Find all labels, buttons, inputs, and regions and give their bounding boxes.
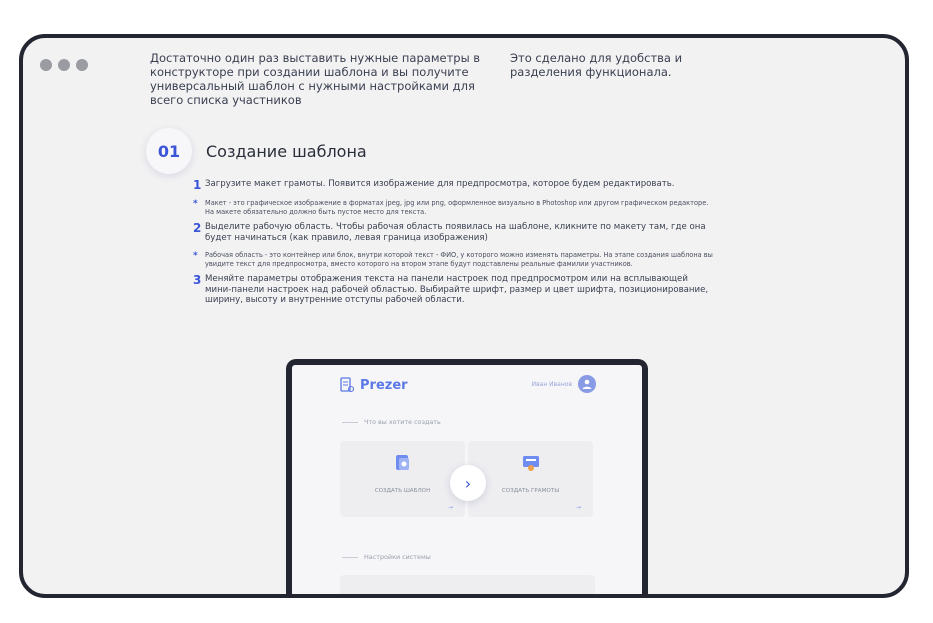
minimize-window-button[interactable]	[58, 59, 70, 71]
section-label-create: Что вы хотите создать	[342, 418, 441, 426]
step-marker: 2	[193, 221, 202, 235]
card-label: СОЗДАТЬ ШАБЛОН	[374, 488, 431, 494]
arrow-right-icon: →	[447, 504, 453, 511]
certificate-icon	[522, 456, 539, 471]
instruction-step: 1 Загрузите макет грамоты. Появится изоб…	[193, 179, 713, 191]
app-window: Достаточно один раз выставить нужные пар…	[19, 34, 909, 598]
section-title: Создание шаблона	[206, 142, 367, 161]
instruction-note: * Макет - это графическое изображение в …	[193, 199, 713, 216]
section-label-settings: Настройки системы	[342, 553, 431, 561]
user-icon	[582, 379, 592, 389]
app-logo-text: Prezer	[360, 377, 408, 393]
chevron-right-icon: ›	[464, 473, 472, 493]
step-marker: 3	[193, 273, 202, 287]
next-button[interactable]: ›	[450, 465, 486, 501]
user-name: Иван Иванов	[531, 380, 572, 388]
app-logo[interactable]: Prezer	[340, 377, 408, 393]
note-marker: *	[193, 199, 198, 209]
note-marker: *	[193, 251, 198, 261]
intro-text: Достаточно один раз выставить нужные пар…	[150, 51, 481, 107]
step-text: Выделите рабочую область. Чтобы рабочая …	[205, 222, 706, 243]
create-template-card[interactable]: СОЗДАТЬ ШАБЛОН →	[340, 441, 465, 517]
close-window-button[interactable]	[40, 59, 52, 71]
arrow-right-icon: →	[575, 504, 581, 511]
instruction-step: 2 Выделите рабочую область. Чтобы рабоча…	[193, 222, 713, 243]
step-text: Меняйте параметры отображения текста на …	[205, 274, 709, 305]
maximize-window-button[interactable]	[76, 59, 88, 71]
note-text: Рабочая область - это контейнер или блок…	[205, 251, 713, 268]
settings-card[interactable]	[340, 575, 595, 594]
app-screen: Prezer Иван Иванов Что вы хотите создать	[292, 365, 642, 594]
create-certificates-card[interactable]: СОЗДАТЬ ГРАМОТЫ →	[468, 441, 593, 517]
instruction-step: 3 Меняйте параметры отображения текста н…	[193, 274, 713, 306]
step-text: Загрузите макет грамоты. Появится изобра…	[205, 179, 675, 189]
section-label-text: Что вы хотите создать	[364, 418, 441, 426]
avatar[interactable]	[578, 375, 596, 393]
note-text: Макет - это графическое изображение в фо…	[205, 199, 709, 216]
instruction-note: * Рабочая область - это контейнер или бл…	[193, 251, 713, 268]
window-controls	[40, 59, 88, 71]
intro-text-right: Это сделано для удобства и разделения фу…	[510, 51, 683, 79]
step-marker: 1	[193, 178, 202, 192]
document-icon	[340, 377, 354, 393]
card-label: СОЗДАТЬ ГРАМОТЫ	[501, 488, 560, 494]
laptop-mockup: Prezer Иван Иванов Что вы хотите создать	[286, 359, 648, 594]
template-icon	[395, 455, 409, 470]
section-label-text: Настройки системы	[364, 553, 431, 561]
instruction-list: 1 Загрузите макет грамоты. Появится изоб…	[193, 179, 713, 314]
step-number-badge: 01	[146, 128, 192, 174]
user-menu[interactable]: Иван Иванов	[532, 375, 596, 393]
